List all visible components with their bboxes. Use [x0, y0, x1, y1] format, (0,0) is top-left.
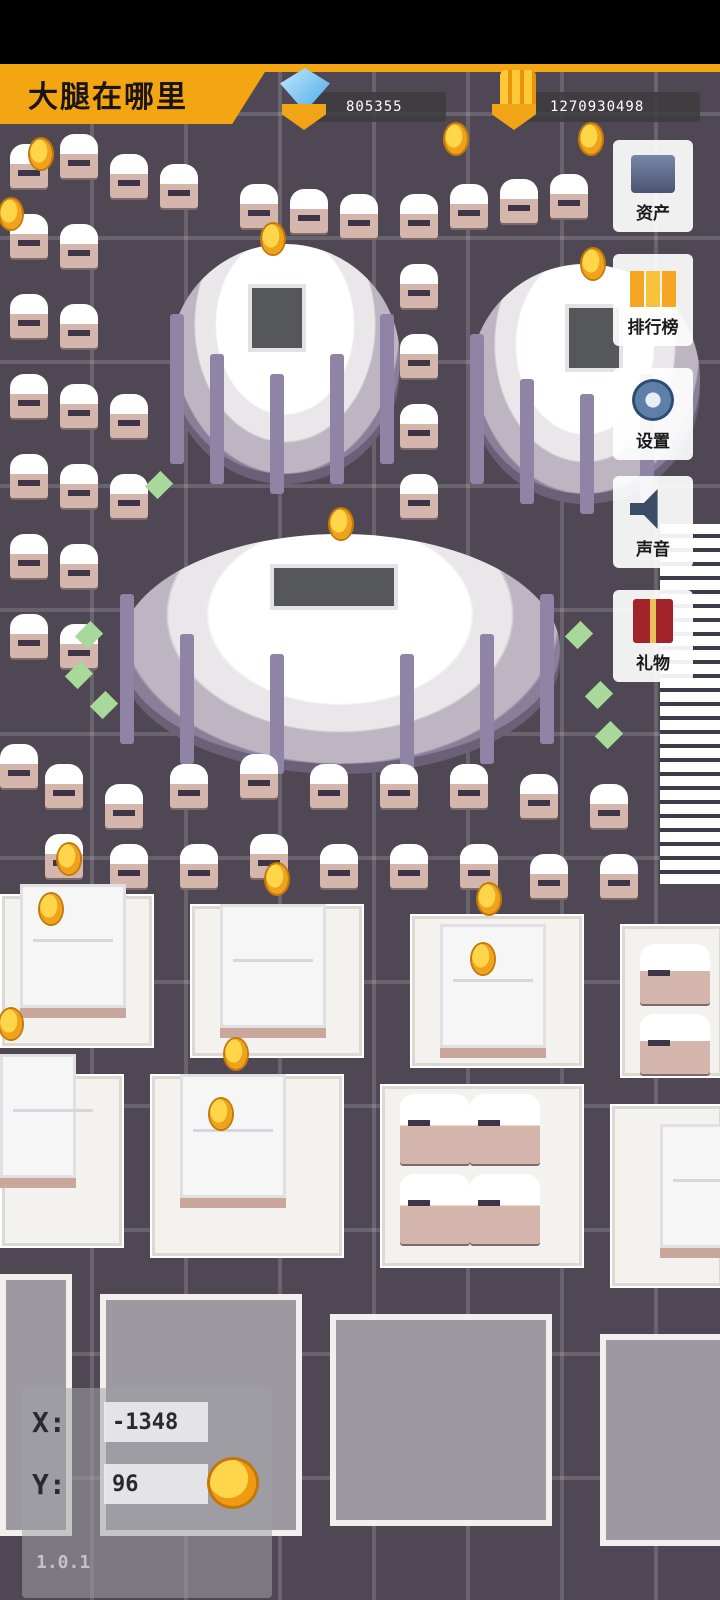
status-bar — [0, 0, 720, 64]
house[interactable] — [470, 1174, 540, 1244]
coin-icon[interactable] — [445, 124, 467, 154]
y-value: 96 — [112, 1471, 139, 1497]
game-title: 大腿在哪里 — [28, 80, 188, 115]
coin-icon[interactable] — [40, 894, 62, 924]
diamond-count: 805355 — [346, 99, 403, 115]
leaderboard-icon — [630, 271, 676, 307]
x-coordinate-field: -1348 — [104, 1402, 208, 1442]
gift-icon — [633, 599, 673, 643]
settings-button[interactable]: 设置 — [613, 368, 693, 460]
coin-icon[interactable] — [225, 1039, 247, 1069]
title-banner: 大腿在哪里 — [0, 64, 270, 124]
gift-button[interactable]: 礼物 — [613, 590, 693, 682]
coin-icon[interactable] — [472, 944, 494, 974]
version-text: 1.0.1 — [36, 1552, 91, 1573]
coin-icon[interactable] — [30, 139, 52, 169]
coin-icon[interactable] — [580, 124, 602, 154]
y-label: Y: — [32, 1468, 66, 1501]
house[interactable] — [640, 1014, 710, 1074]
speaker-icon — [630, 489, 658, 529]
coin-icon[interactable] — [0, 199, 22, 229]
sound-label: 声音 — [636, 540, 670, 560]
y-coordinate-field: 96 — [104, 1464, 208, 1504]
coin-count: 1270930498 — [550, 99, 645, 115]
office-building[interactable] — [20, 884, 126, 1008]
office-building[interactable] — [180, 1074, 286, 1198]
coin-icon[interactable] — [478, 884, 500, 914]
coin-button-icon[interactable] — [210, 1460, 256, 1506]
house[interactable] — [400, 1174, 470, 1244]
coin-icon[interactable] — [210, 1099, 232, 1129]
stadium-building[interactable] — [120, 534, 560, 774]
office-building[interactable] — [220, 904, 326, 1028]
stadium-building[interactable] — [170, 244, 400, 494]
x-value: -1348 — [112, 1409, 179, 1435]
coin-icon[interactable] — [582, 249, 604, 279]
assets-button[interactable]: 资产 — [613, 140, 693, 232]
coin-icon[interactable] — [330, 509, 352, 539]
leaderboard-label: 排行榜 — [627, 318, 679, 338]
empty-lot[interactable] — [600, 1334, 720, 1546]
sound-button[interactable]: 声音 — [613, 476, 693, 568]
assets-icon — [631, 155, 675, 193]
house[interactable] — [640, 944, 710, 1004]
tower-building[interactable] — [660, 524, 720, 884]
gear-icon — [632, 379, 674, 421]
leaderboard-button[interactable]: 排行榜 — [613, 254, 693, 346]
empty-lot[interactable] — [330, 1314, 552, 1526]
settings-label: 设置 — [636, 432, 670, 452]
office-building[interactable] — [440, 924, 546, 1048]
city-map[interactable] — [0, 64, 720, 1600]
coin-icon[interactable] — [0, 1009, 22, 1039]
assets-label: 资产 — [636, 204, 670, 224]
coin-icon[interactable] — [58, 844, 80, 874]
office-building[interactable] — [660, 1124, 720, 1248]
coin-icon[interactable] — [262, 224, 284, 254]
house[interactable] — [400, 1094, 470, 1164]
coin-icon[interactable] — [266, 864, 288, 894]
gift-label: 礼物 — [636, 654, 670, 674]
house[interactable] — [470, 1094, 540, 1164]
x-label: X: — [32, 1406, 66, 1439]
office-building[interactable] — [0, 1054, 93, 1178]
